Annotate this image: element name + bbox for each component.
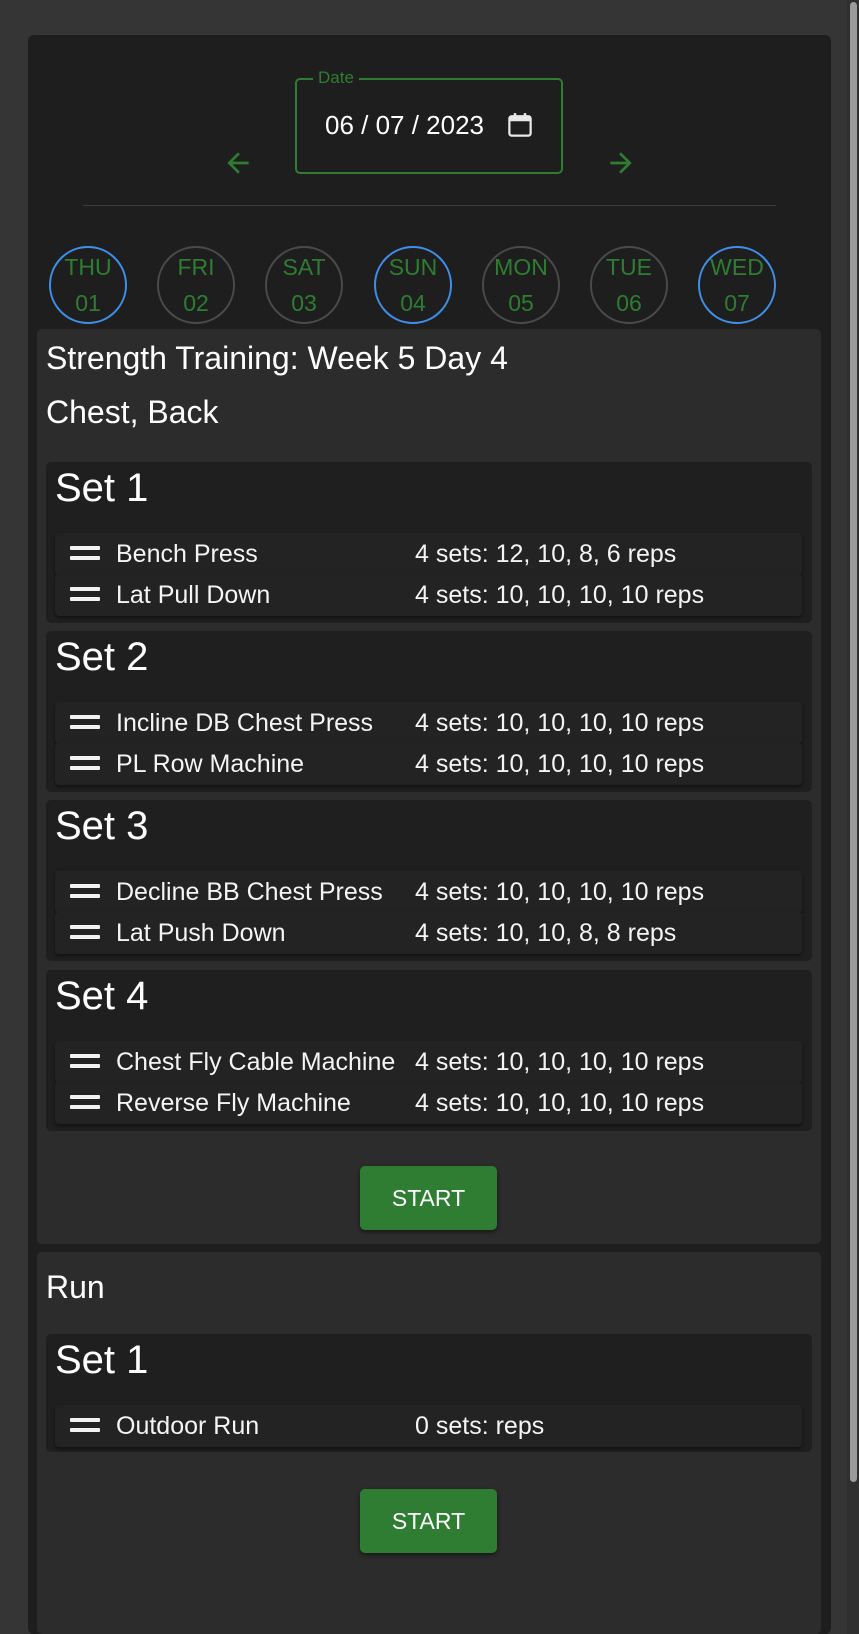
set-card: Set 3 Decline BB Chest Press 4 sets: 10, 1… [46, 800, 812, 961]
set-title: Set 2 [55, 635, 149, 679]
workout-card: Run Set 1 Outdoor Run 0 sets: reps START [37, 1252, 821, 1634]
exercise-row[interactable]: Chest Fly Cable Machine 4 sets: 10, 10, 1… [55, 1041, 802, 1083]
exercise-row[interactable]: Reverse Fly Machine 4 sets: 10, 10, 10, 1… [55, 1082, 802, 1124]
day-number: 05 [508, 290, 534, 316]
drag-handle-icon[interactable] [70, 925, 100, 941]
day-number: 04 [400, 290, 426, 316]
exercise-name: Lat Pull Down [116, 581, 271, 609]
day-number: 01 [75, 290, 101, 316]
drag-handle-icon[interactable] [70, 1095, 100, 1111]
exercise-name: Chest Fly Cable Machine [116, 1048, 396, 1076]
exercise-row[interactable]: PL Row Machine 4 sets: 10, 10, 10, 10 rep… [55, 743, 802, 785]
day-name: FRI [177, 254, 215, 280]
exercise-detail: 0 sets: reps [415, 1412, 545, 1440]
day-name: SUN [388, 254, 438, 280]
set-card: Set 1 Bench Press 4 sets: 12, 10, 8, 6 rep… [46, 462, 812, 623]
drag-handle-icon[interactable] [70, 546, 100, 562]
day-number: 07 [724, 290, 750, 316]
workout-title: Run [46, 1269, 105, 1305]
exercise-name: Lat Push Down [116, 919, 286, 947]
exercise-detail: 4 sets: 12, 10, 8, 6 reps [415, 540, 677, 568]
drag-handle-icon[interactable] [70, 1418, 100, 1434]
workout-card: Strength Training: Week 5 Day 4 Chest, Ba… [37, 329, 821, 1244]
set-title: Set 1 [55, 1338, 149, 1382]
arrow-left-icon[interactable] [220, 145, 256, 181]
day-wed[interactable]: WED 07 [698, 246, 776, 324]
exercise-row[interactable]: Incline DB Chest Press 4 sets: 10, 10, 10… [55, 702, 802, 744]
set-card: Set 2 Incline DB Chest Press 4 sets: 10, 1… [46, 631, 812, 792]
day-number: 03 [291, 290, 317, 316]
day-name: THU [64, 254, 112, 280]
day-fri[interactable]: FRI 02 [157, 246, 235, 324]
date-input[interactable]: 06 / 07 / 2023 [325, 110, 484, 141]
exercise-row[interactable]: Decline BB Chest Press 4 sets: 10, 10, 10… [55, 871, 802, 913]
date-field[interactable]: Date 06 / 07 / 2023 [295, 68, 563, 174]
exercise-name: Outdoor Run [116, 1412, 260, 1440]
exercise-name: PL Row Machine [116, 750, 305, 778]
exercise-detail: 4 sets: 10, 10, 10, 10 reps [415, 878, 705, 906]
set-title: Set 4 [55, 974, 149, 1018]
drag-handle-icon[interactable] [70, 884, 100, 900]
exercise-row[interactable]: Lat Pull Down 4 sets: 10, 10, 10, 10 reps [55, 574, 802, 616]
exercise-detail: 4 sets: 10, 10, 10, 10 reps [415, 709, 705, 737]
set-card: Set 4 Chest Fly Cable Machine 4 sets: 10, … [46, 970, 812, 1131]
day-sun[interactable]: SUN 04 [374, 246, 452, 324]
start-button[interactable]: START [360, 1489, 497, 1553]
day-name: SAT [282, 254, 326, 280]
day-name: WED [710, 254, 764, 280]
scrollbar-thumb[interactable] [850, 2, 857, 1482]
calendar-icon[interactable] [505, 110, 535, 140]
exercise-row[interactable]: Outdoor Run 0 sets: reps [55, 1405, 802, 1447]
exercise-detail: 4 sets: 10, 10, 10, 10 reps [415, 750, 705, 778]
workout-title: Strength Training: Week 5 Day 4 [46, 340, 508, 376]
exercise-row[interactable]: Lat Push Down 4 sets: 10, 10, 8, 8 reps [55, 912, 802, 954]
exercise-row[interactable]: Bench Press 4 sets: 12, 10, 8, 6 reps [55, 533, 802, 575]
exercise-name: Incline DB Chest Press [116, 709, 374, 737]
date-navigation: Date 06 / 07 / 2023 [28, 35, 831, 235]
drag-handle-icon[interactable] [70, 715, 100, 731]
exercise-name: Reverse Fly Machine [116, 1089, 351, 1117]
day-thu[interactable]: THU 01 [49, 246, 127, 324]
exercise-detail: 4 sets: 10, 10, 10, 10 reps [415, 1048, 705, 1076]
start-button[interactable]: START [360, 1166, 497, 1230]
workout-subtitle: Chest, Back [46, 394, 219, 430]
set-title: Set 3 [55, 804, 149, 848]
exercise-name: Bench Press [116, 540, 258, 568]
arrow-right-icon[interactable] [603, 145, 639, 181]
day-number: 02 [183, 290, 209, 316]
day-name: MON [494, 254, 548, 280]
day-mon[interactable]: MON 05 [482, 246, 560, 324]
day-sat[interactable]: SAT 03 [265, 246, 343, 324]
exercise-detail: 4 sets: 10, 10, 8, 8 reps [415, 919, 677, 947]
exercise-detail: 4 sets: 10, 10, 10, 10 reps [415, 581, 705, 609]
exercise-name: Decline BB Chest Press [116, 878, 383, 906]
drag-handle-icon[interactable] [70, 587, 100, 603]
drag-handle-icon[interactable] [70, 756, 100, 772]
set-card: Set 1 Outdoor Run 0 sets: reps [46, 1334, 812, 1452]
date-label: Date [313, 68, 359, 88]
drag-handle-icon[interactable] [70, 1054, 100, 1070]
divider [83, 205, 776, 206]
day-name: TUE [606, 254, 652, 280]
day-tue[interactable]: TUE 06 [590, 246, 668, 324]
day-number: 06 [616, 290, 642, 316]
set-title: Set 1 [55, 466, 149, 510]
workout-schedule-panel: Date 06 / 07 / 2023 THU 01 FRI 02 SAT 03 SUN 04… [28, 35, 831, 1634]
exercise-detail: 4 sets: 10, 10, 10, 10 reps [415, 1089, 705, 1117]
